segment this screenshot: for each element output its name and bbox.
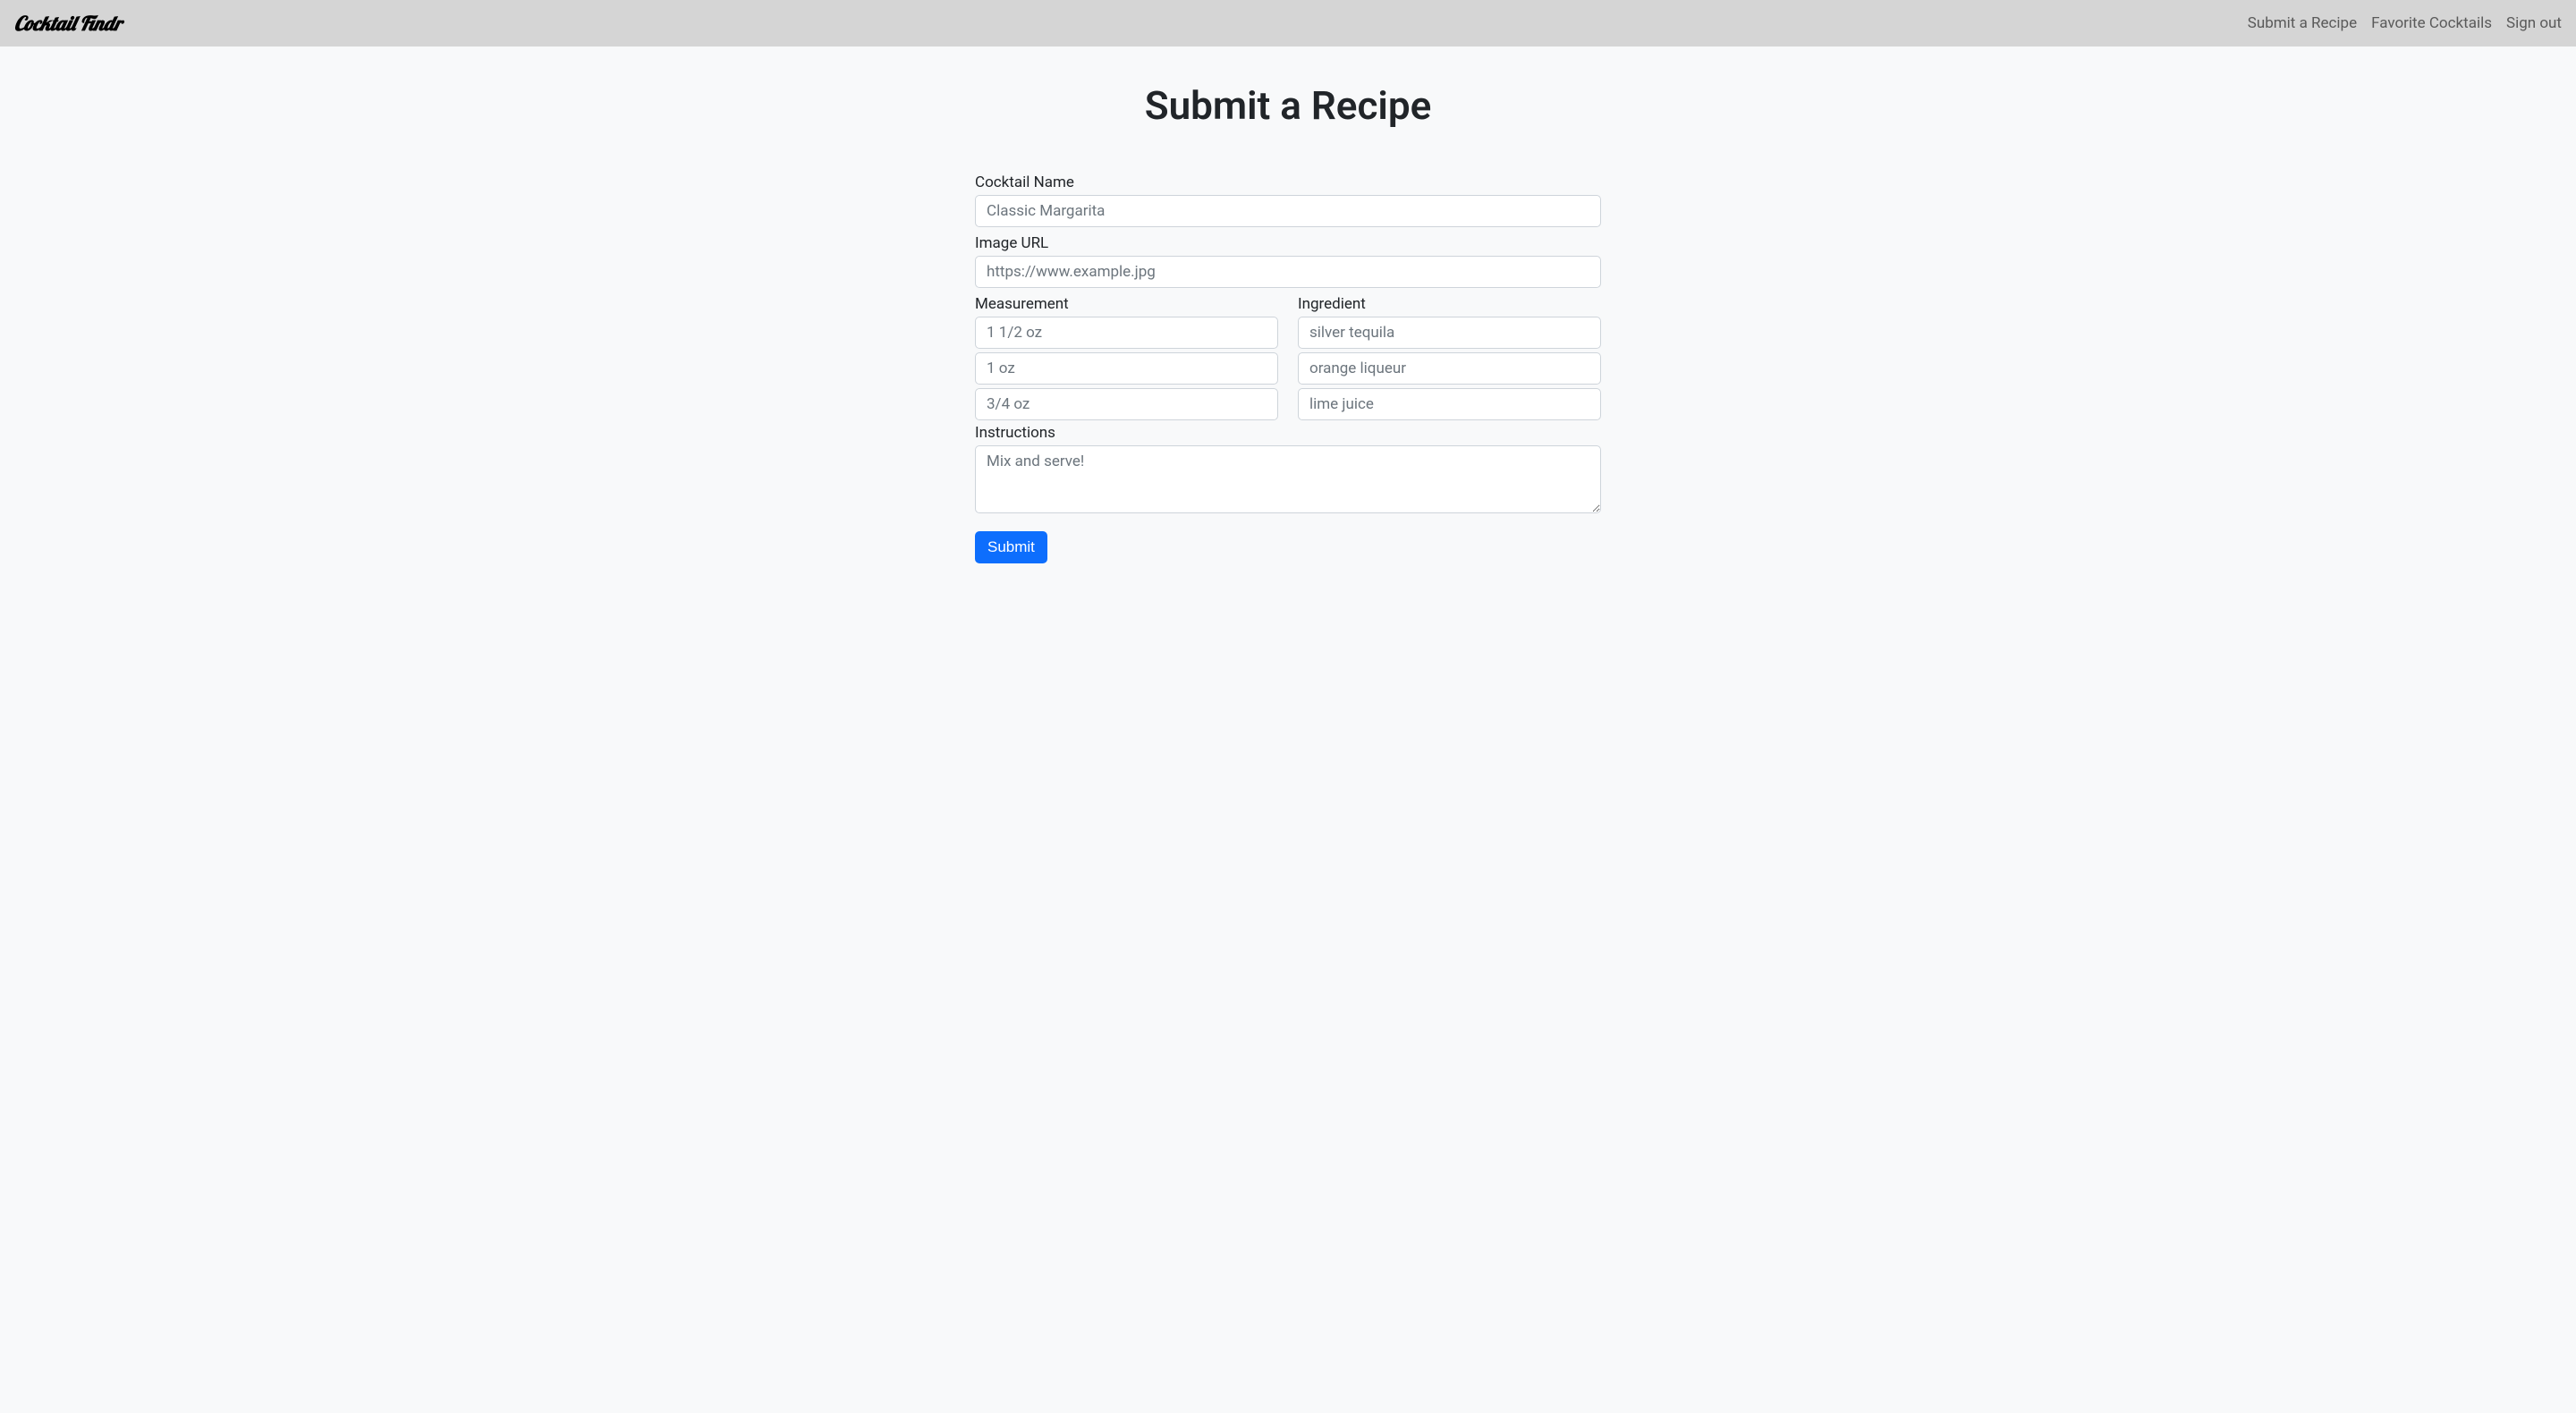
submit-button[interactable]: Submit xyxy=(975,531,1047,563)
nav-link-submit-recipe[interactable]: Submit a Recipe xyxy=(2248,14,2357,32)
measurement-label: Measurement xyxy=(975,295,1278,313)
image-url-input[interactable] xyxy=(975,256,1601,288)
measurement-input-3[interactable] xyxy=(975,388,1278,420)
instructions-label: Instructions xyxy=(975,424,1601,442)
nav-link-favorite-cocktails[interactable]: Favorite Cocktails xyxy=(2371,14,2492,32)
ingredient-input-1[interactable] xyxy=(1298,317,1601,349)
measurement-column: Measurement xyxy=(975,295,1278,424)
ingredient-label: Ingredient xyxy=(1298,295,1601,313)
page-title: Submit a Recipe xyxy=(975,82,1601,129)
navbar-brand[interactable]: Cocktail Findr xyxy=(14,11,122,36)
ingredient-column: Ingredient xyxy=(1298,295,1601,424)
measurement-input-2[interactable] xyxy=(975,352,1278,385)
nav-link-sign-out[interactable]: Sign out xyxy=(2506,14,2562,32)
main-container: Submit a Recipe Cocktail Name Image URL … xyxy=(957,82,1619,563)
cocktail-name-label: Cocktail Name xyxy=(975,173,1601,191)
ingredient-input-2[interactable] xyxy=(1298,352,1601,385)
measurement-input-1[interactable] xyxy=(975,317,1278,349)
instructions-textarea[interactable] xyxy=(975,445,1601,513)
image-url-label: Image URL xyxy=(975,234,1601,252)
navbar: Cocktail Findr Submit a Recipe Favorite … xyxy=(0,0,2576,47)
navbar-nav: Submit a Recipe Favorite Cocktails Sign … xyxy=(2248,14,2562,32)
ingredient-input-3[interactable] xyxy=(1298,388,1601,420)
recipe-form: Cocktail Name Image URL Measurement xyxy=(975,173,1601,563)
cocktail-name-input[interactable] xyxy=(975,195,1601,227)
